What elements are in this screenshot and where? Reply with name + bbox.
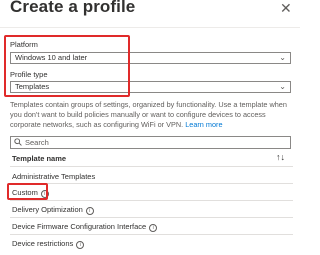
column-header-template-name[interactable]: Template name [12, 154, 66, 163]
row-divider [10, 234, 293, 235]
search-input[interactable]: Search [10, 136, 291, 149]
row-label: Device Firmware Configuration Interface [12, 222, 147, 231]
description-text: Templates contain groups of settings, or… [10, 100, 295, 130]
row-divider [10, 166, 293, 167]
chevron-down-icon: ⌄ [279, 82, 286, 91]
row-label: Delivery Optimization [12, 205, 83, 214]
row-divider [10, 183, 293, 184]
row-label: Device restrictions [12, 239, 74, 248]
search-icon [14, 138, 22, 146]
row-divider [10, 200, 293, 201]
description-body: Templates contain groups of settings, or… [10, 100, 287, 129]
row-label: Administrative Templates [12, 172, 96, 181]
table-row[interactable]: Delivery Optimization i [12, 205, 94, 215]
row-divider [10, 217, 293, 218]
search-placeholder: Search [25, 138, 49, 147]
chevron-down-icon: ⌄ [279, 53, 286, 62]
highlight-box-platform-profile [4, 35, 130, 97]
page-title: Create a profile [10, 0, 136, 16]
learn-more-link[interactable]: Learn more [185, 120, 222, 129]
info-icon[interactable]: i [85, 207, 94, 215]
close-icon[interactable]: ✕ [280, 0, 292, 17]
sort-icon[interactable]: ↑↓ [276, 152, 285, 162]
info-icon[interactable]: i [76, 241, 85, 249]
create-profile-panel: Create a profile ✕ Platform Windows 10 a… [0, 0, 300, 255]
table-row[interactable]: Administrative Templates [12, 172, 95, 181]
header-divider [0, 27, 300, 28]
highlight-box-custom [7, 183, 48, 200]
table-row[interactable]: Device restrictions i [12, 239, 85, 249]
table-row[interactable]: Device Firmware Configuration Interface i [12, 222, 158, 232]
info-icon[interactable]: i [149, 224, 158, 232]
